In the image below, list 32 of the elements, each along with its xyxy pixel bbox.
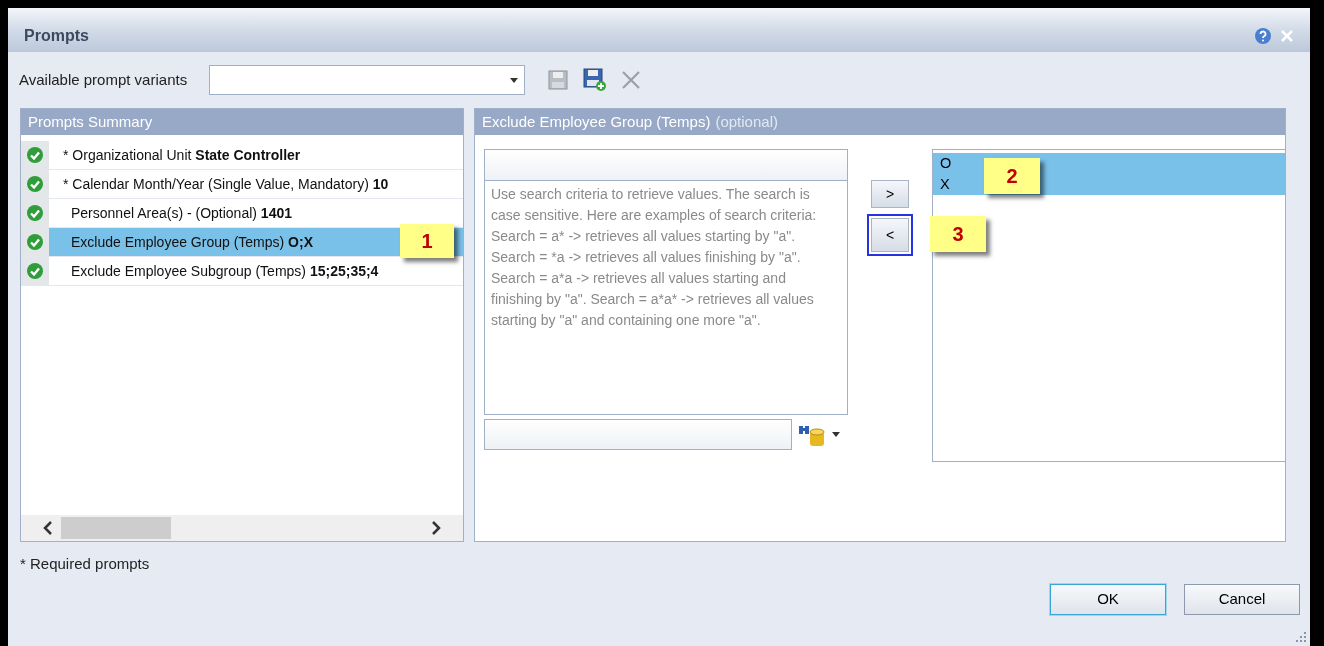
check-icon xyxy=(26,146,44,164)
variant-dropdown[interactable] xyxy=(209,65,526,95)
window-title: Prompts xyxy=(24,26,89,46)
field-label: Available prompt variants xyxy=(19,69,188,90)
check-icon xyxy=(26,233,44,251)
callout-tooltip: 3 xyxy=(930,216,986,252)
close-icon[interactable] xyxy=(1280,29,1294,43)
save-as-icon[interactable] xyxy=(583,68,608,92)
save-icon[interactable] xyxy=(547,69,570,91)
check-icon xyxy=(26,175,44,193)
callout-tooltip: 1 xyxy=(400,224,454,258)
caret-icon[interactable] xyxy=(832,432,840,437)
remove-button[interactable]: < xyxy=(871,218,909,252)
panel-title: Prompts Summary xyxy=(28,111,153,132)
search-input[interactable] xyxy=(484,149,848,181)
check-icon xyxy=(26,262,44,280)
delete-icon[interactable] xyxy=(621,70,642,90)
optional-note: (optional) xyxy=(715,111,778,132)
hint-text: Use search criteria to retrieve values. The search is case sensitive. Here are examples of search criteria: Search = a* -> retrieves all values starting by "a". Search = *a -> retrieves all values finishing by "a". Search = a*a -> retrieves all values starting and finishing by "a". Search = a*a* -> retrieves all values starting by "a" and containing one more "a". xyxy=(484,181,848,415)
footnote: * Required prompts xyxy=(20,555,150,572)
check-icon xyxy=(26,204,44,222)
panel-title: Exclude Employee Group (Temps) xyxy=(482,111,711,132)
help-icon[interactable] xyxy=(1254,27,1272,45)
add-button[interactable]: > xyxy=(871,180,909,208)
dialog-button[interactable]: OK xyxy=(1050,584,1166,615)
resize-grip-icon[interactable] xyxy=(1294,630,1306,642)
horizontal-scrollbar[interactable] xyxy=(21,515,463,541)
caret-icon xyxy=(510,77,519,83)
search-field[interactable] xyxy=(484,419,792,450)
scroll-thumb[interactable] xyxy=(61,517,171,539)
callout-tooltip: 2 xyxy=(984,158,1040,194)
dialog-button[interactable]: Cancel xyxy=(1184,584,1300,615)
